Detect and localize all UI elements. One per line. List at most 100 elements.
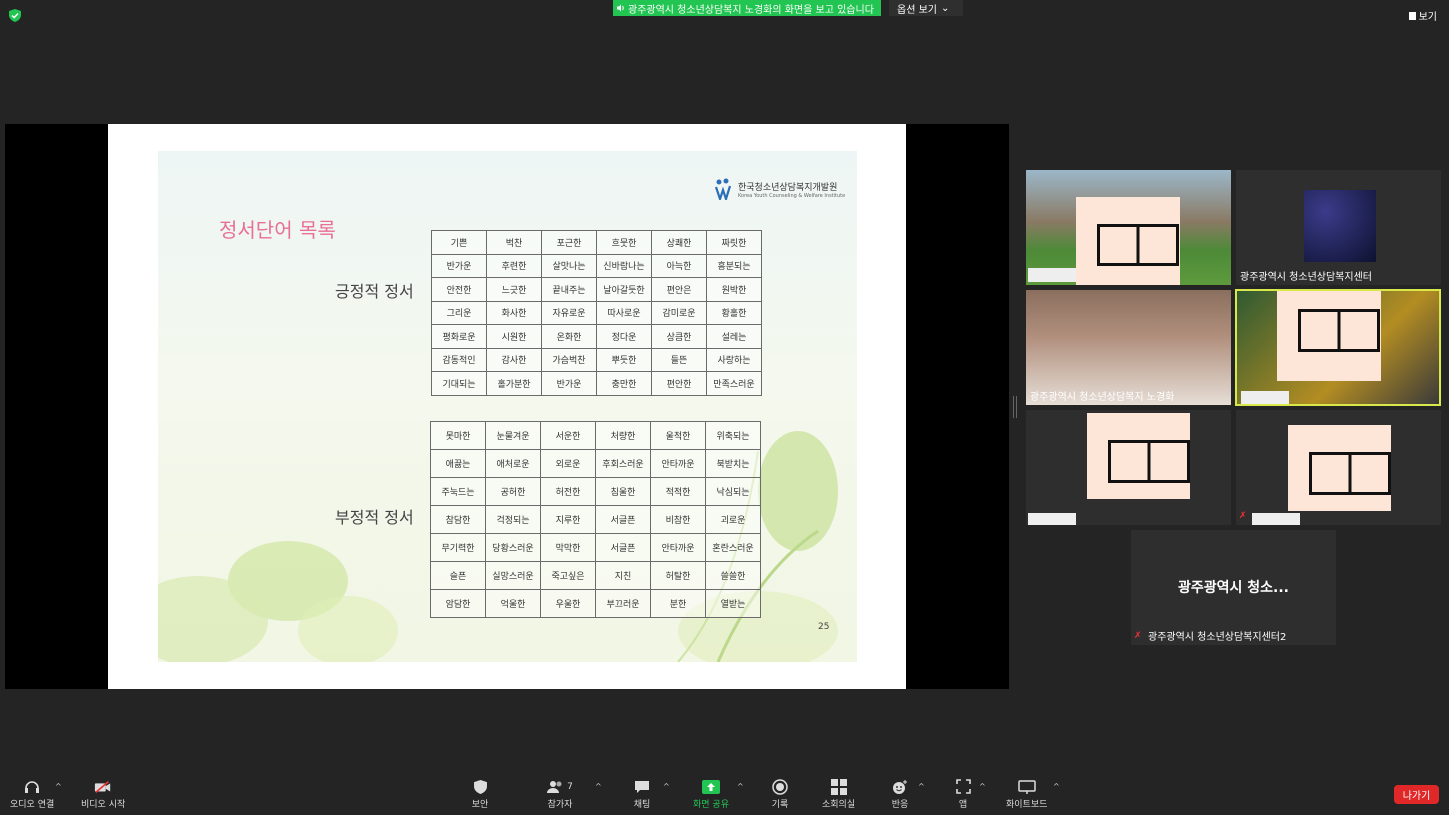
participant-tile-2[interactable]: 광주광역시 청소년상담복지센터 — [1236, 170, 1441, 285]
breakout-rooms-label: 소회의실 — [822, 800, 856, 810]
emotion-word-cell: 홀가분한 — [486, 371, 542, 396]
chat-button[interactable]: 채팅 — [633, 779, 651, 810]
record-button[interactable]: 기록 — [771, 778, 789, 810]
emotion-word-cell: 억울한 — [485, 589, 541, 618]
whiteboard-button[interactable]: 화이트보드 — [1006, 779, 1047, 810]
name-label-redacted — [1028, 513, 1076, 525]
chat-options-caret[interactable]: ^ — [663, 782, 670, 791]
security-button-label: 보안 — [471, 800, 489, 810]
participant-name: 광주광역시 청소년상담복지센터2 — [1148, 632, 1287, 643]
emotion-word-cell: 사랑하는 — [706, 347, 762, 372]
emotion-word-cell: 평화로운 — [431, 324, 487, 349]
emotion-word-cell: 시원한 — [486, 324, 542, 349]
record-icon — [771, 778, 789, 795]
smiley-icon — [891, 779, 909, 794]
emotion-word-cell: 편안한 — [651, 371, 707, 396]
emotion-word-cell: 벅찬 — [486, 230, 542, 255]
share-message: 광주광역시 청소년상담복지 노경화의 화면을 보고 있습니다 — [613, 0, 881, 16]
mic-muted-icon: ✗ — [1134, 631, 1142, 641]
shield-icon[interactable] — [9, 9, 21, 22]
emotion-word-cell: 외로운 — [540, 449, 596, 478]
emotion-word-cell: 만족스러운 — [706, 371, 762, 396]
emotion-word-cell: 공허한 — [485, 477, 541, 506]
emotion-word-cell: 흥분되는 — [706, 253, 762, 278]
participant-tile-6[interactable]: ✗ — [1236, 410, 1441, 525]
share-message-text: 광주광역시 청소년상담복지 노경화의 화면을 보고 있습니다 — [628, 4, 874, 16]
audio-options-caret[interactable]: ^ — [55, 782, 62, 791]
security-button[interactable]: 보안 — [471, 779, 489, 810]
emotion-word-cell: 상큼한 — [651, 324, 707, 349]
video-off-icon — [94, 779, 112, 794]
participants-button[interactable]: 7 참가자 — [545, 779, 575, 810]
screen-share-banner: 광주광역시 청소년상담복지 노경화의 화면을 보고 있습니다 옵션 보기 ⌄ — [613, 0, 963, 16]
emotion-word-cell: 아늑한 — [651, 253, 707, 278]
name-label-redacted — [1252, 513, 1300, 525]
participant-tile-5[interactable] — [1026, 410, 1231, 525]
share-screen-button[interactable]: 화면 공유 — [693, 779, 729, 810]
participants-options-caret[interactable]: ^ — [595, 782, 602, 791]
grid-view-icon — [1408, 11, 1416, 20]
whiteboard-icon — [1017, 779, 1036, 794]
table-row: 그리운 화사한 자유로운 따사로운 감미로운 황홀한 — [431, 300, 762, 325]
emotion-word-cell: 그리운 — [431, 300, 487, 325]
emotion-word-cell: 반가운 — [431, 253, 487, 278]
participant-tile-3[interactable]: 광주광역시 청소년상담복지 노경화 — [1026, 290, 1231, 405]
video-placeholder — [1288, 425, 1391, 511]
panel-resize-handle[interactable] — [1013, 396, 1017, 418]
people-icon: 7 — [545, 779, 575, 794]
share-options-caret[interactable]: ^ — [737, 782, 744, 791]
emotion-word-cell: 애끓는 — [430, 449, 486, 478]
emotion-word-cell: 편안은 — [651, 277, 707, 302]
mic-muted-icon: ✗ — [1239, 511, 1247, 521]
emotion-word-cell: 황홀한 — [706, 300, 762, 325]
table-row: 기대되는 홀가분한 반가운 충만한 편안한 만족스러운 — [431, 371, 762, 396]
participant-tile-4-active-speaker[interactable] — [1235, 289, 1441, 406]
apps-button-label: 앱 — [958, 800, 968, 810]
emotion-word-cell: 당황스러운 — [485, 533, 541, 562]
apps-options-caret[interactable]: ^ — [979, 782, 986, 791]
audio-button[interactable]: 오디오 연결 — [10, 779, 54, 810]
emotion-word-cell: 위축되는 — [705, 421, 761, 450]
chat-button-label: 채팅 — [633, 800, 651, 810]
video-button[interactable]: 비디오 시작 — [81, 779, 125, 810]
emotion-word-cell: 주눅드는 — [430, 477, 486, 506]
view-button[interactable]: 보기 — [1408, 8, 1437, 23]
headphones-icon — [23, 779, 41, 794]
participant-name: 광주광역시 청소년상담복지 노경화 — [1030, 392, 1175, 403]
shield-icon — [471, 779, 489, 794]
emotion-word-cell: 혼란스러운 — [705, 533, 761, 562]
emotion-word-cell: 기대되는 — [431, 371, 487, 396]
participant-tile-1[interactable] — [1026, 170, 1231, 285]
table-row: 반가운 후련한 살맛나는 신바람나는 아늑한 흥분되는 — [431, 253, 762, 278]
logo-mark-icon — [714, 178, 732, 200]
institute-logo: 한국청소년상담복지개발원 Korea Youth Counseling & We… — [714, 178, 845, 200]
emotion-word-cell: 죽고싶은 — [540, 561, 596, 590]
emotion-word-cell: 흐뭇한 — [596, 230, 652, 255]
apps-button[interactable]: 앱 — [954, 779, 972, 810]
leave-button[interactable]: 나가기 — [1394, 785, 1439, 804]
breakout-rooms-button[interactable]: 소회의실 — [822, 778, 856, 810]
emotion-word-cell: 설레는 — [706, 324, 762, 349]
speaker-icon — [617, 4, 624, 12]
emotion-word-cell: 감사한 — [486, 347, 542, 372]
emotion-word-cell: 부끄러운 — [595, 589, 651, 618]
slide-content: 한국청소년상담복지개발원 Korea Youth Counseling & We… — [158, 151, 857, 662]
emotion-word-cell: 암담한 — [430, 589, 486, 618]
table-row: 주눅드는 공허한 허전한 침울한 적적한 낙심되는 — [430, 477, 761, 506]
emotion-word-cell: 포근한 — [541, 230, 597, 255]
participant-tile-7[interactable]: 광주광역시 청소... ✗ 광주광역시 청소년상담복지센터2 — [1131, 530, 1336, 645]
emotion-word-cell: 화사한 — [486, 300, 542, 325]
view-options-button[interactable]: 옵션 보기 ⌄ — [889, 0, 963, 16]
table-row: 암담한 억울한 우울한 부끄러운 분한 열받는 — [430, 589, 761, 618]
emotion-word-cell: 못마한 — [430, 421, 486, 450]
whiteboard-options-caret[interactable]: ^ — [1053, 782, 1060, 791]
shared-screen: 한국청소년상담복지개발원 Korea Youth Counseling & We… — [5, 124, 1009, 689]
reactions-button[interactable]: 반응 — [891, 779, 909, 810]
emotion-word-cell: 비참한 — [650, 505, 706, 534]
emotion-word-cell: 원박한 — [706, 277, 762, 302]
emotion-word-cell: 우울한 — [540, 589, 596, 618]
view-options-label: 옵션 보기 — [897, 4, 937, 16]
emotion-word-cell: 괴로운 — [705, 505, 761, 534]
reactions-options-caret[interactable]: ^ — [918, 782, 925, 791]
video-placeholder — [1076, 197, 1180, 285]
